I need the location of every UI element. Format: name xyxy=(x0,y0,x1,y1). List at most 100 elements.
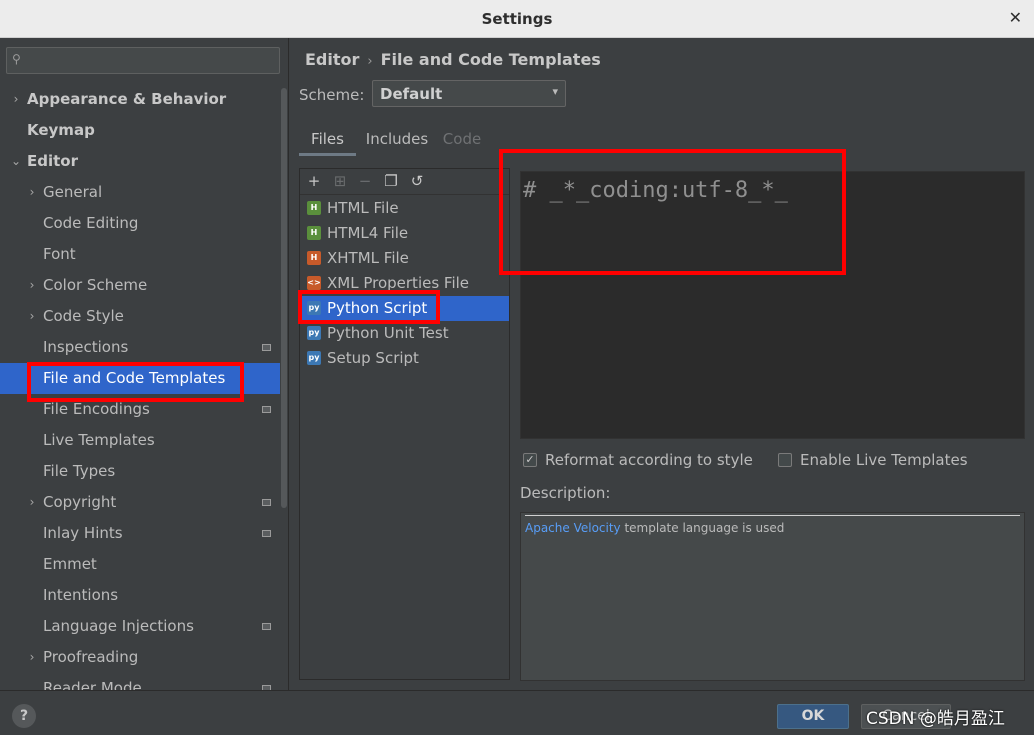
python-file-icon: py xyxy=(307,326,321,340)
chevron-right-icon[interactable]: › xyxy=(26,642,38,673)
sidebar-item-font[interactable]: Font xyxy=(0,239,280,270)
breadcrumb-separator: › xyxy=(367,54,373,69)
add-child-icon[interactable]: ⊞ xyxy=(331,172,349,190)
sidebar-item-label: Keymap xyxy=(27,121,95,139)
python-file-icon: py xyxy=(307,351,321,365)
scheme-label: Scheme: xyxy=(299,86,365,104)
sidebar-item-appearance-behavior[interactable]: › Appearance & Behavior xyxy=(0,84,280,115)
xhtml-file-icon: H xyxy=(307,251,321,265)
sidebar-item-label: Code Editing xyxy=(43,214,139,232)
settings-sidebar: ⚲ › Appearance & Behavior Keymap ⌄ Edito… xyxy=(0,38,289,690)
template-code[interactable]: # _*_coding:utf-8_*_ xyxy=(523,178,788,203)
chevron-right-icon[interactable]: › xyxy=(26,270,38,301)
template-file-list: + ⊞ − ❐ ↺ H HTML File H HTML4 File H XHT… xyxy=(299,168,510,680)
file-item-xml-properties[interactable]: <> XML Properties File xyxy=(300,271,509,296)
project-scope-icon xyxy=(262,623,271,630)
ok-button[interactable]: OK xyxy=(777,704,849,729)
tab-code[interactable]: Code xyxy=(441,126,483,156)
sidebar-item-keymap[interactable]: Keymap xyxy=(0,115,280,146)
reset-icon[interactable]: ↺ xyxy=(408,172,426,190)
file-name: HTML4 File xyxy=(327,224,409,242)
chevron-right-icon[interactable]: › xyxy=(26,301,38,332)
settings-search[interactable]: ⚲ xyxy=(6,47,280,74)
sidebar-item-copyright[interactable]: › Copyright xyxy=(0,487,280,518)
sidebar-item-live-templates[interactable]: Live Templates xyxy=(0,425,280,456)
tab-includes[interactable]: Includes xyxy=(365,126,429,156)
checkbox-unchecked-icon[interactable] xyxy=(778,453,792,467)
xml-file-icon: <> xyxy=(307,276,321,290)
file-item-html4[interactable]: H HTML4 File xyxy=(300,221,509,246)
description-box: Apache Velocity template language is use… xyxy=(520,512,1025,681)
file-name: Python Script xyxy=(327,299,428,317)
sidebar-item-code-editing[interactable]: Code Editing xyxy=(0,208,280,239)
search-input[interactable] xyxy=(29,50,274,71)
sidebar-item-file-and-code-templates[interactable]: File and Code Templates xyxy=(0,363,280,394)
template-editor[interactable]: # _*_coding:utf-8_*_ xyxy=(520,171,1025,439)
sidebar-item-color-scheme[interactable]: › Color Scheme xyxy=(0,270,280,301)
file-item-html[interactable]: H HTML File xyxy=(300,196,509,221)
sidebar-item-label: Live Templates xyxy=(43,431,155,449)
templates-panel: Editor › File and Code Templates Scheme: D… xyxy=(290,38,1034,690)
copy-icon[interactable]: ❐ xyxy=(382,172,400,190)
sidebar-item-label: Appearance & Behavior xyxy=(27,90,227,108)
chevron-right-icon[interactable]: › xyxy=(26,487,38,518)
apache-velocity-link[interactable]: Apache Velocity xyxy=(525,521,621,535)
file-name: Setup Script xyxy=(327,349,419,367)
chevron-down-icon[interactable]: ⌄ xyxy=(10,146,22,177)
html-file-icon: H xyxy=(307,201,321,215)
project-scope-icon xyxy=(262,530,271,537)
sidebar-item-file-types[interactable]: File Types xyxy=(0,456,280,487)
python-file-icon: py xyxy=(307,301,321,315)
sidebar-item-label: Editor xyxy=(27,152,78,170)
file-item-python-unit-test[interactable]: py Python Unit Test xyxy=(300,321,509,346)
remove-icon[interactable]: − xyxy=(356,172,374,190)
sidebar-item-inlay-hints[interactable]: Inlay Hints xyxy=(0,518,280,549)
sidebar-item-file-encodings[interactable]: File Encodings xyxy=(0,394,280,425)
file-list-toolbar: + ⊞ − ❐ ↺ xyxy=(300,169,509,195)
sidebar-item-label: Color Scheme xyxy=(43,276,148,294)
breadcrumb-current: File and Code Templates xyxy=(380,50,601,69)
chevron-right-icon[interactable]: › xyxy=(26,177,38,208)
file-name: HTML File xyxy=(327,199,399,217)
dialog-footer: ? OK Cancel CSDN @皓月盈江 xyxy=(0,690,1034,735)
close-icon[interactable]: ✕ xyxy=(1009,8,1022,27)
sidebar-item-intentions[interactable]: Intentions xyxy=(0,580,280,611)
sidebar-item-proofreading[interactable]: › Proofreading xyxy=(0,642,280,673)
description-body: template language is used xyxy=(620,521,785,535)
checkbox-checked-icon[interactable]: ✓ xyxy=(523,453,537,467)
sidebar-item-label: Intentions xyxy=(43,586,119,604)
sidebar-item-label: File Encodings xyxy=(43,400,150,418)
breadcrumb-parent[interactable]: Editor xyxy=(305,50,359,69)
file-item-xhtml[interactable]: H XHTML File xyxy=(300,246,509,271)
sidebar-item-label: General xyxy=(43,183,103,201)
sidebar-item-label: Language Injections xyxy=(43,617,194,635)
tab-files[interactable]: Files xyxy=(299,126,356,156)
sidebar-item-label: Emmet xyxy=(43,555,97,573)
file-item-setup-script[interactable]: py Setup Script xyxy=(300,346,509,371)
file-name: Python Unit Test xyxy=(327,324,449,342)
add-icon[interactable]: + xyxy=(305,172,323,190)
sidebar-item-editor[interactable]: ⌄ Editor xyxy=(0,146,280,177)
sidebar-item-label: Inspections xyxy=(43,338,129,356)
sidebar-item-language-injections[interactable]: Language Injections xyxy=(0,611,280,642)
chevron-right-icon[interactable]: › xyxy=(10,84,22,115)
sidebar-item-reader-mode[interactable]: Reader Mode xyxy=(0,673,280,690)
sidebar-item-label: Proofreading xyxy=(43,648,139,666)
live-templates-checkbox[interactable]: Enable Live Templates xyxy=(778,451,978,471)
sidebar-item-code-style[interactable]: › Code Style xyxy=(0,301,280,332)
search-icon: ⚲ xyxy=(12,52,21,66)
sidebar-item-general[interactable]: › General xyxy=(0,177,280,208)
scheme-dropdown[interactable]: Default ▾ xyxy=(372,80,566,107)
sidebar-item-inspections[interactable]: Inspections xyxy=(0,332,280,363)
description-label: Description: xyxy=(520,484,611,502)
sidebar-scrollbar[interactable] xyxy=(281,88,287,508)
dropdown-arrow-icon: ▾ xyxy=(552,85,558,98)
reformat-checkbox[interactable]: ✓ Reformat according to style xyxy=(523,451,753,471)
help-button[interactable]: ? xyxy=(12,704,36,728)
sidebar-item-label: File Types xyxy=(43,462,116,480)
file-item-python-script[interactable]: py Python Script xyxy=(300,296,509,321)
file-name: XHTML File xyxy=(327,249,409,267)
file-name: XML Properties File xyxy=(327,274,470,292)
sidebar-item-emmet[interactable]: Emmet xyxy=(0,549,280,580)
project-scope-icon xyxy=(262,406,271,413)
